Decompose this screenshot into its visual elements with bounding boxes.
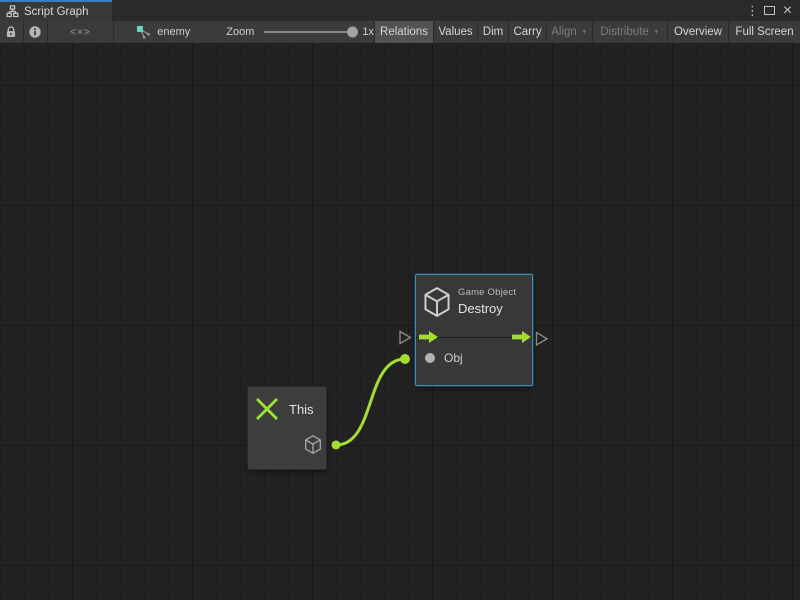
zoom-slider[interactable] <box>264 31 354 33</box>
graph-name: enemy <box>157 26 190 38</box>
zoom-slider-handle[interactable] <box>347 27 358 38</box>
relations-toggle[interactable]: Relations <box>375 21 434 43</box>
script-graph-icon <box>6 5 19 18</box>
distribute-label: Distribute <box>600 26 649 38</box>
align-dropdown[interactable]: Align ▼ <box>547 21 593 43</box>
tab-title: Script Graph <box>24 6 89 18</box>
dim-toggle[interactable]: Dim <box>478 21 509 43</box>
chevron-down-icon: ▼ <box>581 29 588 36</box>
this-node-title: This <box>289 402 314 417</box>
node-this[interactable]: This <box>247 386 327 470</box>
this-icon <box>256 398 278 420</box>
cube-icon <box>304 435 322 454</box>
node-title: Destroy <box>458 301 516 316</box>
obj-input-port[interactable]: Obj <box>425 351 463 365</box>
lock-icon <box>4 25 18 39</box>
destroy-node-header: Game Object Destroy <box>416 275 532 317</box>
close-icon[interactable]: × <box>781 3 794 19</box>
connection-start-dot <box>332 441 341 450</box>
info-button[interactable] <box>24 21 48 43</box>
graph-icon <box>136 25 151 40</box>
values-label: Values <box>438 26 472 38</box>
title-bar: Script Graph ⋮ × <box>0 0 800 21</box>
control-input-port-triangle <box>400 332 411 344</box>
connection-values-toggle[interactable]: <×> <box>48 21 115 43</box>
relations-label: Relations <box>380 26 428 38</box>
dim-label: Dim <box>483 26 503 38</box>
toolbar-middle: enemy Zoom 1x <box>114 21 375 43</box>
carry-label: Carry <box>513 26 541 38</box>
this-node-header: This <box>248 387 326 420</box>
flow-input-arrow-icon[interactable] <box>419 331 438 343</box>
node-destroy[interactable]: Game Object Destroy Obj <box>415 274 533 386</box>
zoom-control: Zoom 1x <box>226 26 374 38</box>
connection-end-dot <box>400 354 410 364</box>
carry-toggle[interactable]: Carry <box>509 21 547 43</box>
gameobject-cube-icon <box>423 287 451 317</box>
maximize-icon[interactable] <box>764 6 775 15</box>
connection-layer <box>0 44 800 600</box>
toolbar-toggles: Relations Values Dim Carry Align ▼ Distr… <box>375 21 800 43</box>
gameobject-output-port[interactable] <box>304 435 322 459</box>
graph-canvas[interactable]: This <box>0 44 800 600</box>
overview-label: Overview <box>674 26 722 38</box>
node-category: Game Object <box>458 287 516 298</box>
chevron-down-icon: ▼ <box>653 29 660 36</box>
graph-toolbar: <×> enemy Zoom 1x Relations <box>0 21 800 44</box>
overview-button[interactable]: Overview <box>668 21 729 43</box>
window-controls: ⋮ × <box>746 0 800 21</box>
align-label: Align <box>551 26 577 38</box>
script-graph-window: Script Graph ⋮ × <×> <box>0 0 800 600</box>
distribute-dropdown[interactable]: Distribute ▼ <box>593 21 668 43</box>
menu-icon[interactable]: ⋮ <box>746 4 758 17</box>
tab-script-graph[interactable]: Script Graph <box>0 0 112 21</box>
graph-reference[interactable]: enemy <box>136 25 190 40</box>
flow-output-arrow-icon[interactable] <box>512 331 531 343</box>
control-output-port-triangle <box>537 333 548 346</box>
flow-connection-wire <box>336 359 405 445</box>
zoom-value: 1x <box>362 26 374 38</box>
info-icon <box>28 25 42 39</box>
obj-port-label: Obj <box>444 351 463 365</box>
zoom-label: Zoom <box>226 26 254 38</box>
destroy-node-titles: Game Object Destroy <box>458 287 516 316</box>
fullscreen-button[interactable]: Full Screen <box>729 21 800 43</box>
port-dot-icon <box>425 353 435 363</box>
fullscreen-label: Full Screen <box>735 26 793 38</box>
values-toggle[interactable]: Values <box>434 21 478 43</box>
lock-button[interactable] <box>0 21 24 43</box>
